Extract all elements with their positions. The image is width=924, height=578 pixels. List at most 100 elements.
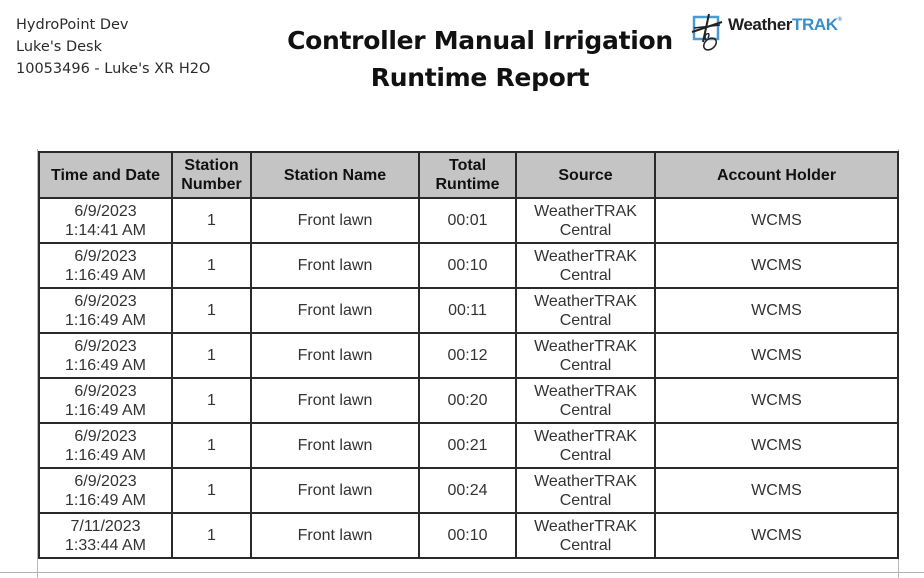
cell-account-holder: WCMS xyxy=(654,287,899,334)
site-name: Luke's Desk xyxy=(16,39,103,55)
column-header-line: Station xyxy=(184,157,239,174)
table-header-row: Time and Date Station Number Station Name… xyxy=(38,151,899,199)
column-header-total-runtime: Total Runtime xyxy=(418,151,517,199)
cell-time: 1:16:49 AM xyxy=(65,446,146,464)
trademark-symbol: ® xyxy=(837,17,842,23)
cell-account-holder: WCMS xyxy=(654,242,899,289)
cell-source-line-2: Central xyxy=(559,356,612,374)
cell-date: 6/9/2023 xyxy=(74,202,137,220)
cell-date: 6/9/2023 xyxy=(74,382,137,400)
cell-source-line-2: Central xyxy=(559,536,612,554)
cell-account-holder: WCMS xyxy=(654,332,899,379)
table-row: 6/9/2023 1:16:49 AM 1 Front lawn 00:24 Weathe… xyxy=(38,467,899,514)
cell-station-name: Front lawn xyxy=(250,467,420,514)
logo-text-weather: Weather xyxy=(728,15,792,34)
cell-account-holder: WCMS xyxy=(654,377,899,424)
cell-station-name: Front lawn xyxy=(250,287,420,334)
cell-date: 6/9/2023 xyxy=(74,292,137,310)
table-row: 6/9/2023 1:16:49 AM 1 Front lawn 00:11 Weathe… xyxy=(38,287,899,334)
cell-total-runtime: 00:20 xyxy=(418,377,517,424)
cell-time: 1:16:49 AM xyxy=(65,491,146,509)
table-row: 6/9/2023 1:16:49 AM 1 Front lawn 00:20 Weathe… xyxy=(38,377,899,424)
cell-time-and-date: 6/9/2023 1:14:41 AM xyxy=(38,197,173,244)
report-title: Controller Manual Irrigation Runtime Rep… xyxy=(270,22,690,96)
cell-source: WeatherTRAK Central xyxy=(515,332,656,379)
column-header-line: Number xyxy=(181,176,242,193)
cell-source-line-1: WeatherTRAK xyxy=(534,292,637,310)
weathertrak-logo-text: WeatherTRAK® xyxy=(728,15,842,35)
cell-date: 6/9/2023 xyxy=(74,337,137,355)
cell-source: WeatherTRAK Central xyxy=(515,287,656,334)
cell-station-name: Front lawn xyxy=(250,377,420,424)
cell-total-runtime: 00:12 xyxy=(418,332,517,379)
cell-source: WeatherTRAK Central xyxy=(515,242,656,289)
cell-source: WeatherTRAK Central xyxy=(515,467,656,514)
report-title-line-1: Controller Manual Irrigation xyxy=(287,26,673,55)
cell-station-name: Front lawn xyxy=(250,332,420,379)
weathertrak-logo-icon xyxy=(691,13,723,51)
cell-time: 1:16:49 AM xyxy=(65,401,146,419)
cell-station-number: 1 xyxy=(171,422,252,469)
cell-source-line-1: WeatherTRAK xyxy=(534,517,637,535)
cell-account-holder: WCMS xyxy=(654,512,899,559)
organization-info: HydroPoint Dev Luke's Desk 10053496 - Lu… xyxy=(16,14,210,80)
column-header-account-holder: Account Holder xyxy=(654,151,899,199)
cell-total-runtime: 00:11 xyxy=(418,287,517,334)
cell-total-runtime: 00:24 xyxy=(418,467,517,514)
column-header-station-number: Station Number xyxy=(171,151,252,199)
cell-account-holder: WCMS xyxy=(654,422,899,469)
runtime-report-table: Time and Date Station Number Station Name… xyxy=(38,151,899,559)
cell-time-and-date: 6/9/2023 1:16:49 AM xyxy=(38,377,173,424)
page-edge-bottom xyxy=(0,572,924,573)
cell-time: 1:16:49 AM xyxy=(65,311,146,329)
table-row: 6/9/2023 1:16:49 AM 1 Front lawn 00:21 Weathe… xyxy=(38,422,899,469)
cell-station-name: Front lawn xyxy=(250,422,420,469)
cell-total-runtime: 00:21 xyxy=(418,422,517,469)
cell-total-runtime: 00:01 xyxy=(418,197,517,244)
cell-source: WeatherTRAK Central xyxy=(515,197,656,244)
cell-station-name: Front lawn xyxy=(250,197,420,244)
table-row: 6/9/2023 1:16:49 AM 1 Front lawn 00:12 Weathe… xyxy=(38,332,899,379)
cell-date: 6/9/2023 xyxy=(74,247,137,265)
cell-time-and-date: 7/11/2023 1:33:44 AM xyxy=(38,512,173,559)
cell-station-number: 1 xyxy=(171,287,252,334)
cell-station-name: Front lawn xyxy=(250,512,420,559)
cell-station-number: 1 xyxy=(171,197,252,244)
cell-source-line-1: WeatherTRAK xyxy=(534,247,637,265)
cell-source-line-2: Central xyxy=(559,311,612,329)
cell-station-number: 1 xyxy=(171,242,252,289)
cell-source-line-1: WeatherTRAK xyxy=(534,427,637,445)
logo-text-trak: TRAK xyxy=(791,15,838,34)
cell-time: 1:16:49 AM xyxy=(65,356,146,374)
cell-source: WeatherTRAK Central xyxy=(515,512,656,559)
cell-account-holder: WCMS xyxy=(654,197,899,244)
cell-station-name: Front lawn xyxy=(250,242,420,289)
cell-source-line-2: Central xyxy=(559,266,612,284)
cell-account-holder: WCMS xyxy=(654,467,899,514)
cell-source-line-2: Central xyxy=(559,221,612,239)
cell-station-number: 1 xyxy=(171,377,252,424)
cell-time-and-date: 6/9/2023 1:16:49 AM xyxy=(38,422,173,469)
cell-source-line-1: WeatherTRAK xyxy=(534,472,637,490)
cell-source-line-1: WeatherTRAK xyxy=(534,337,637,355)
table-body: 6/9/2023 1:14:41 AM 1 Front lawn 00:01 Weathe… xyxy=(38,197,899,559)
column-header-line: Total xyxy=(448,157,487,174)
column-header-source: Source xyxy=(515,151,656,199)
table-row: 6/9/2023 1:16:49 AM 1 Front lawn 00:10 Weathe… xyxy=(38,242,899,289)
table-row: 6/9/2023 1:14:41 AM 1 Front lawn 00:01 Weathe… xyxy=(38,197,899,244)
organization-name: HydroPoint Dev xyxy=(16,17,129,33)
cell-source-line-1: WeatherTRAK xyxy=(534,202,637,220)
cell-time: 1:14:41 AM xyxy=(65,221,146,239)
cell-total-runtime: 00:10 xyxy=(418,242,517,289)
cell-time-and-date: 6/9/2023 1:16:49 AM xyxy=(38,332,173,379)
cell-time-and-date: 6/9/2023 1:16:49 AM xyxy=(38,242,173,289)
cell-source: WeatherTRAK Central xyxy=(515,377,656,424)
cell-station-number: 1 xyxy=(171,467,252,514)
cell-time-and-date: 6/9/2023 1:16:49 AM xyxy=(38,287,173,334)
weathertrak-logo: WeatherTRAK® xyxy=(690,10,860,54)
cell-source: WeatherTRAK Central xyxy=(515,422,656,469)
report-title-line-2: Runtime Report xyxy=(370,63,590,92)
table-row: 7/11/2023 1:33:44 AM 1 Front lawn 00:10 Weath… xyxy=(38,512,899,559)
column-header-line: Runtime xyxy=(435,176,500,193)
cell-date: 6/9/2023 xyxy=(74,427,137,445)
